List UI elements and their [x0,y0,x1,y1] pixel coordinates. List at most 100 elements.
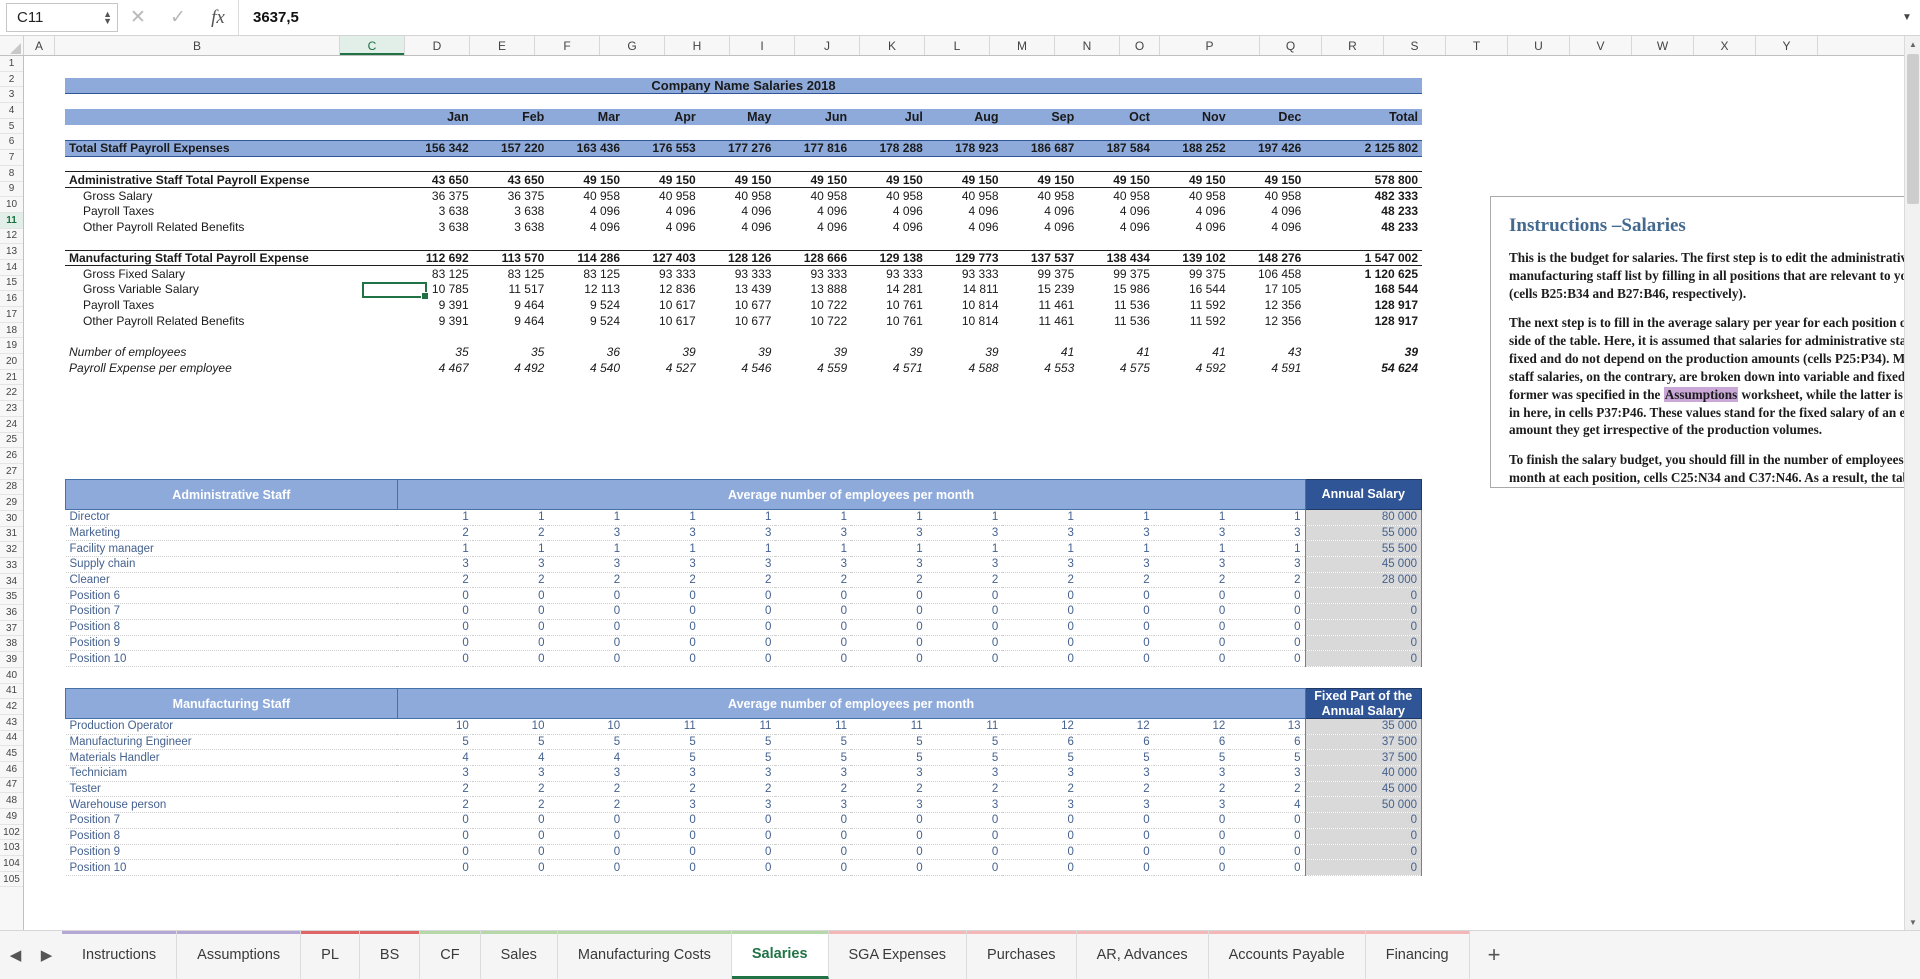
row-header-9[interactable]: 9 [0,182,23,198]
payroll-cell[interactable]: 4 096 [851,203,927,219]
row-header-45[interactable]: 45 [0,746,23,762]
payroll-cell[interactable]: 138 434 [1078,249,1154,267]
payroll-cell[interactable]: 35 [473,344,549,360]
staff-headcount-cell[interactable]: 2 [1077,572,1154,589]
staff-salary-cell[interactable]: 0 [1304,635,1423,652]
row-header-32[interactable]: 32 [0,542,23,558]
staff-headcount-cell[interactable]: 0 [472,844,549,861]
payroll-cell[interactable]: 3 638 [397,219,473,235]
payroll-cell[interactable]: 9 464 [473,313,549,329]
payroll-cell[interactable]: 129 773 [926,249,1003,267]
staff-headcount-cell[interactable]: 2 [472,525,549,542]
column-header-f[interactable]: F [535,36,600,55]
staff-headcount-cell[interactable]: 11 [775,718,852,735]
payroll-cell[interactable]: 49 150 [775,171,852,188]
staff-headcount-cell[interactable]: 1 [775,509,852,526]
payroll-cell[interactable]: 13 888 [775,282,851,298]
staff-headcount-cell[interactable]: 0 [851,587,927,605]
staff-position-name[interactable]: Position 9 [65,844,398,861]
staff-position-name[interactable]: Position 8 [65,828,398,845]
staff-headcount-cell[interactable]: 0 [397,619,473,636]
column-header-u[interactable]: U [1508,36,1570,55]
column-header-s[interactable]: S [1384,36,1446,55]
staff-headcount-cell[interactable]: 5 [926,749,1003,767]
column-header-i[interactable]: I [730,36,795,55]
row-header-19[interactable]: 19 [0,338,23,355]
staff-headcount-cell[interactable]: 3 [1077,765,1154,782]
staff-headcount-cell[interactable]: 0 [926,619,1003,636]
payroll-cell[interactable]: 99 375 [1078,266,1154,282]
staff-headcount-cell[interactable]: 6 [1077,734,1154,751]
staff-headcount-cell[interactable]: 5 [851,734,927,751]
column-header-l[interactable]: L [925,36,990,55]
column-header-m[interactable]: M [990,36,1055,55]
staff-headcount-cell[interactable]: 0 [397,844,473,861]
payroll-cell[interactable]: 4 096 [1154,219,1230,235]
staff-headcount-cell[interactable]: 1 [1002,540,1078,558]
staff-headcount-cell[interactable]: 12 [1153,718,1230,735]
triangle-right-icon[interactable]: ▶ [41,946,53,964]
payroll-cell[interactable]: 93 333 [624,266,700,282]
staff-headcount-cell[interactable]: 0 [1002,859,1078,876]
row-header-38[interactable]: 38 [0,636,23,653]
payroll-cell[interactable]: 39 [624,344,700,360]
row-header-49[interactable]: 49 [0,809,23,825]
payroll-cell[interactable]: 10 785 [397,282,473,298]
row-header-42[interactable]: 42 [0,699,23,715]
row-header-29[interactable]: 29 [0,495,23,511]
payroll-total-cell[interactable]: 48 233 [1305,219,1422,235]
staff-headcount-cell[interactable]: 0 [548,859,625,876]
row-header-18[interactable]: 18 [0,323,23,339]
staff-salary-cell[interactable]: 50 000 [1304,796,1423,814]
staff-headcount-cell[interactable]: 2 [548,572,625,589]
staff-headcount-cell[interactable]: 3 [1077,796,1154,814]
staff-headcount-cell[interactable]: 3 [775,765,852,782]
payroll-cell[interactable]: 4 592 [1154,360,1230,376]
staff-headcount-cell[interactable]: 3 [1077,525,1154,542]
staff-headcount-cell[interactable]: 1 [926,540,1003,558]
row-header-30[interactable]: 30 [0,511,23,527]
staff-headcount-cell[interactable]: 3 [1153,765,1230,782]
payroll-cell[interactable]: 4 096 [700,203,776,219]
staff-headcount-cell[interactable]: 0 [1153,650,1230,667]
row-header-15[interactable]: 15 [0,276,23,292]
staff-headcount-cell[interactable]: 5 [926,734,1003,751]
staff-headcount-cell[interactable]: 0 [1229,828,1306,845]
payroll-cell[interactable]: 4 559 [775,360,851,376]
staff-headcount-cell[interactable]: 1 [1077,509,1154,526]
staff-headcount-cell[interactable]: 1 [548,540,625,558]
staff-headcount-cell[interactable]: 0 [851,650,927,667]
payroll-cell[interactable]: 137 537 [1002,249,1079,267]
row-header-10[interactable]: 10 [0,197,23,213]
row-header-14[interactable]: 14 [0,260,23,276]
row-header-36[interactable]: 36 [0,605,23,621]
row-header-21[interactable]: 21 [0,370,23,386]
staff-headcount-cell[interactable]: 1 [699,509,776,526]
staff-headcount-cell[interactable]: 3 [775,796,852,814]
staff-headcount-cell[interactable]: 0 [926,828,1003,845]
staff-headcount-cell[interactable]: 0 [1153,635,1230,652]
payroll-cell[interactable]: 4 096 [548,203,624,219]
staff-headcount-cell[interactable]: 1 [926,509,1003,526]
column-header-q[interactable]: Q [1260,36,1322,55]
row-header-43[interactable]: 43 [0,715,23,731]
sheet-tab-financing[interactable]: Financing [1365,931,1470,979]
name-box[interactable]: C11 ▲ ▼ [6,3,118,32]
staff-headcount-cell[interactable]: 2 [1153,781,1230,798]
payroll-cell[interactable]: 12 356 [1230,297,1306,313]
payroll-cell[interactable]: 178 288 [851,139,927,157]
row-header-103[interactable]: 103 [0,840,23,857]
row-header-16[interactable]: 16 [0,291,23,307]
staff-headcount-cell[interactable]: 3 [624,765,700,782]
staff-headcount-cell[interactable]: 0 [1002,603,1078,620]
column-header-p[interactable]: P [1160,36,1260,55]
staff-salary-cell[interactable]: 0 [1304,812,1423,829]
payroll-cell[interactable]: 93 333 [700,266,776,282]
staff-headcount-cell[interactable]: 0 [1077,603,1154,620]
sheet-tab-sales[interactable]: Sales [480,931,558,979]
staff-headcount-cell[interactable]: 3 [1229,525,1306,542]
staff-headcount-cell[interactable]: 0 [699,650,776,667]
staff-salary-cell[interactable]: 0 [1304,603,1423,620]
staff-headcount-cell[interactable]: 3 [699,556,776,573]
staff-headcount-cell[interactable]: 0 [397,635,473,652]
